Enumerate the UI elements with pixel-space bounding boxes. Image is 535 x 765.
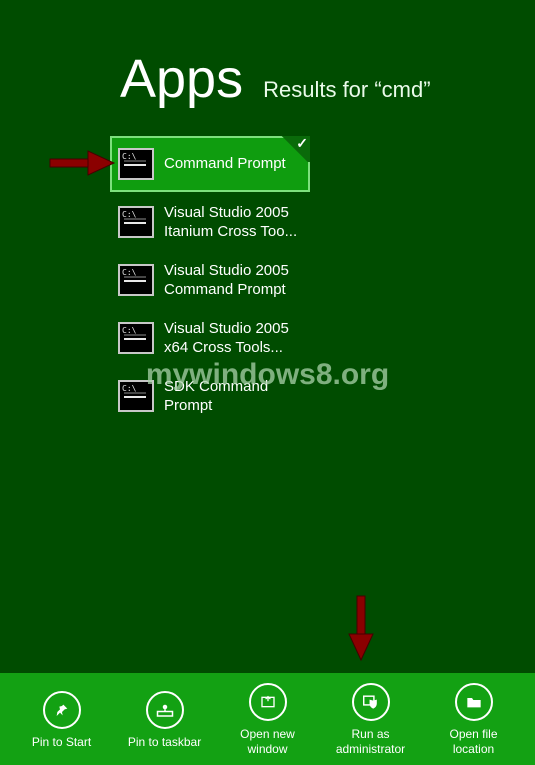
result-item-vs2005-itanium[interactable]: Visual Studio 2005 Itanium Cross Too...	[110, 194, 310, 250]
results-list: Command Prompt Visual Studio 2005 Itaniu…	[110, 136, 310, 424]
result-item-command-prompt[interactable]: Command Prompt	[110, 136, 310, 192]
result-item-sdk-cmd[interactable]: SDK Command Prompt	[110, 368, 310, 424]
result-label: SDK Command Prompt	[164, 377, 302, 416]
selected-check-icon	[276, 136, 310, 162]
run-as-admin-button[interactable]: Run as administrator	[325, 683, 417, 757]
annotation-arrow-down-icon	[346, 594, 376, 662]
pin-to-start-button[interactable]: Pin to Start	[16, 691, 108, 750]
cmd-icon	[118, 264, 154, 296]
cmd-icon	[118, 206, 154, 238]
result-label: Visual Studio 2005 x64 Cross Tools...	[164, 319, 302, 358]
result-label: Command Prompt	[164, 154, 286, 174]
new-window-icon	[249, 683, 287, 721]
appbar-label: Open file location	[428, 727, 520, 757]
appbar-label: Pin to Start	[32, 735, 91, 750]
open-new-window-button[interactable]: Open new window	[222, 683, 314, 757]
admin-shield-icon	[352, 683, 390, 721]
cmd-icon	[118, 380, 154, 412]
header: Apps Results for “cmd”	[0, 0, 535, 110]
appbar-label: Pin to taskbar	[128, 735, 201, 750]
cmd-icon	[118, 322, 154, 354]
taskbar-pin-icon	[146, 691, 184, 729]
result-item-vs2005-x64[interactable]: Visual Studio 2005 x64 Cross Tools...	[110, 310, 310, 366]
appbar-label: Run as administrator	[325, 727, 417, 757]
open-file-location-button[interactable]: Open file location	[428, 683, 520, 757]
appbar-label: Open new window	[222, 727, 314, 757]
results-subtitle: Results for “cmd”	[263, 77, 430, 103]
result-label: Visual Studio 2005 Command Prompt	[164, 261, 302, 300]
pin-to-taskbar-button[interactable]: Pin to taskbar	[119, 691, 211, 750]
cmd-icon	[118, 148, 154, 180]
folder-icon	[455, 683, 493, 721]
annotation-arrow-right-icon	[48, 148, 116, 178]
page-title: Apps	[120, 48, 243, 110]
result-item-vs2005-cmd[interactable]: Visual Studio 2005 Command Prompt	[110, 252, 310, 308]
app-bar: Pin to Start Pin to taskbar Open new win…	[0, 673, 535, 765]
pin-icon	[43, 691, 81, 729]
result-label: Visual Studio 2005 Itanium Cross Too...	[164, 203, 302, 242]
